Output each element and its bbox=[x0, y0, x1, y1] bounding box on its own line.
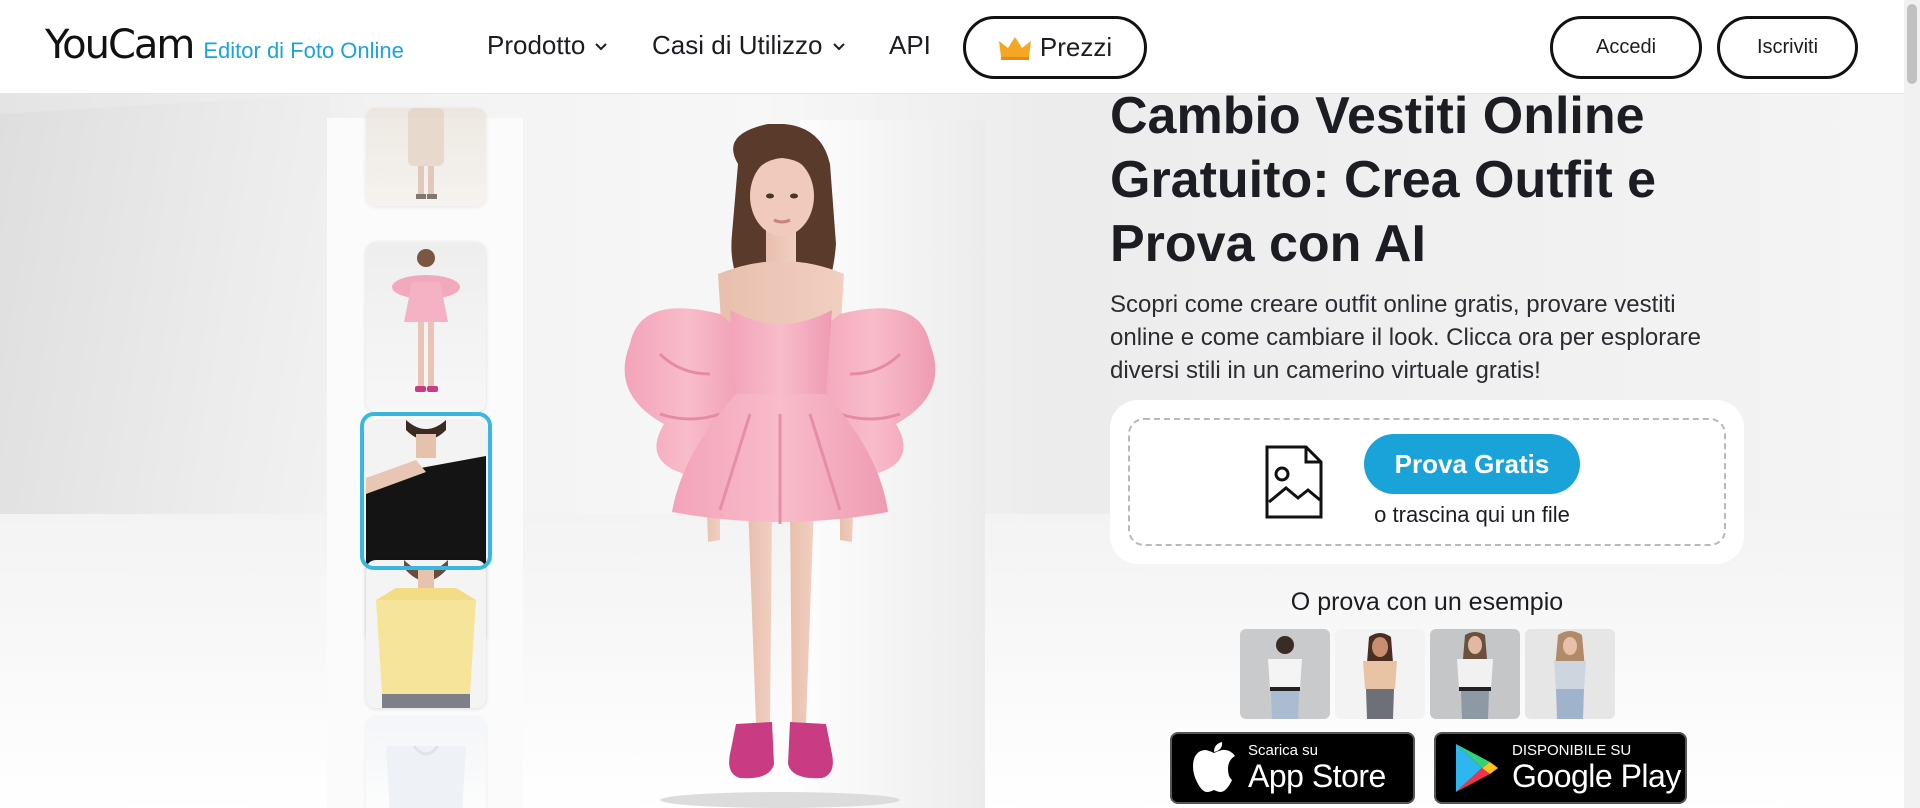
example-photo bbox=[1525, 629, 1615, 719]
nav-prodotto-label: Prodotto bbox=[487, 30, 586, 60]
app-store-badge[interactable]: Scarica su App Store bbox=[1170, 732, 1415, 804]
nav-prodotto[interactable]: Prodotto bbox=[487, 30, 609, 61]
logo-subtitle: Editor di Foto Online bbox=[203, 38, 404, 63]
example-image[interactable] bbox=[1430, 629, 1520, 719]
outfit-thumbnail-image bbox=[408, 108, 444, 199]
example-photo bbox=[1335, 629, 1425, 719]
page-title: Cambio Vestiti Online Gratuito: Crea Out… bbox=[1110, 87, 1657, 273]
pricing-button[interactable]: Prezzi bbox=[963, 16, 1147, 79]
outfit-thumbnail-image bbox=[392, 249, 460, 392]
logo-wordmark: YouCam bbox=[45, 22, 195, 68]
drag-file-hint: o trascina qui un file bbox=[1374, 502, 1570, 527]
app-store-big-text: App Store bbox=[1248, 758, 1386, 794]
example-image[interactable] bbox=[1525, 629, 1615, 719]
example-image[interactable] bbox=[1335, 629, 1425, 719]
example-image[interactable] bbox=[1240, 629, 1330, 719]
outfit-thumbnail-white-top[interactable] bbox=[366, 716, 486, 808]
site-header: YouCam Editor di Foto Online Prodotto Ca… bbox=[0, 0, 1904, 94]
signup-button[interactable]: Iscriviti bbox=[1717, 16, 1858, 79]
chevron-down-icon bbox=[595, 42, 608, 50]
example-photo bbox=[1430, 629, 1520, 719]
selected-outfit-highlight bbox=[360, 412, 492, 570]
example-photo bbox=[1240, 629, 1330, 719]
example-label: O prova con un esempio bbox=[1290, 588, 1564, 616]
outfit-thumbnail-yellow-top[interactable] bbox=[366, 560, 486, 708]
hero-description: Scopri come creare outfit online gratis,… bbox=[1110, 291, 1701, 384]
model-in-pink-dress-image bbox=[624, 124, 936, 808]
example-images bbox=[1240, 629, 1615, 719]
outfit-thumbnail-beige-dress[interactable] bbox=[366, 108, 486, 206]
login-button[interactable]: Accedi bbox=[1550, 16, 1702, 79]
scrollbar-thumb[interactable] bbox=[1907, 4, 1917, 84]
apple-logo-icon bbox=[1193, 742, 1235, 792]
outfit-thumbnail-pink-dress[interactable] bbox=[366, 242, 486, 412]
nav-casi-di-utilizzo[interactable]: Casi di Utilizzo bbox=[652, 30, 847, 61]
upload-card: Prova Gratis o trascina qui un file bbox=[1110, 400, 1744, 564]
outfit-thumbnail-image bbox=[376, 560, 476, 708]
google-play-icon bbox=[1456, 744, 1498, 792]
app-store-small-text: Scarica su bbox=[1248, 742, 1319, 759]
nav-api[interactable]: API bbox=[889, 30, 931, 61]
google-play-badge[interactable]: DISPONIBILE SU Google Play bbox=[1434, 732, 1687, 804]
logo[interactable]: YouCam Editor di Foto Online bbox=[45, 22, 404, 68]
crown-icon bbox=[998, 36, 1031, 60]
google-play-small-text: DISPONIBILE SU bbox=[1512, 742, 1632, 759]
image-file-icon bbox=[1265, 445, 1323, 519]
pricing-label: Prezzi bbox=[1039, 32, 1113, 62]
google-play-big-text: Google Play bbox=[1512, 758, 1681, 794]
nav-api-label: API bbox=[889, 30, 931, 60]
chevron-down-icon bbox=[832, 42, 845, 50]
nav-casi-label: Casi di Utilizzo bbox=[652, 30, 823, 60]
page-scrollbar[interactable] bbox=[1904, 0, 1920, 808]
outfit-thumbnail-image bbox=[386, 745, 466, 808]
try-free-button[interactable]: Prova Gratis bbox=[1364, 434, 1580, 494]
upload-dropzone[interactable]: Prova Gratis o trascina qui un file bbox=[1128, 418, 1726, 546]
